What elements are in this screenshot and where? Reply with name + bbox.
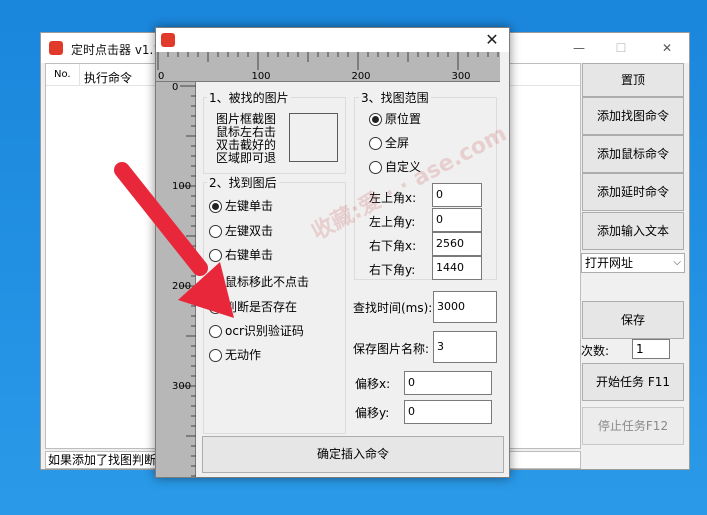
ruler-v-label: 200 (172, 281, 192, 292)
count-label: 次数: (581, 344, 610, 358)
offset-x-label: 偏移x: (355, 377, 391, 391)
ruler-h-label: 300 (451, 71, 471, 82)
top-left-y-label: 左上角y: (369, 215, 416, 229)
ruler-h-label: 200 (351, 71, 371, 82)
top-left-x-input[interactable]: 0 (432, 183, 482, 207)
top-left-x-label: 左上角x: (369, 191, 417, 205)
pin-top-button[interactable]: 置顶 (582, 63, 684, 97)
ruler-v-label: 0 (172, 82, 179, 93)
bottom-right-x-label: 右下角x: (369, 239, 417, 253)
app-icon (161, 33, 175, 47)
radio-check-exists[interactable]: 判断是否存在 (209, 298, 297, 316)
offset-y-label: 偏移y: (355, 406, 390, 420)
vertical-ruler: 0 100 200 300 (156, 82, 196, 477)
ruler-h-label: 0 (158, 71, 165, 82)
minimize-button[interactable]: — (565, 37, 593, 59)
main-window-title: 定时点击器 v1.1 (71, 43, 162, 57)
ruler-ticks (157, 52, 499, 70)
search-range-title: 3、找图范围 (359, 89, 431, 106)
offset-y-input[interactable]: 0 (404, 400, 492, 424)
url-select[interactable]: 打开网址 ⌵ (581, 253, 685, 273)
add-mouse-button[interactable]: 添加鼠标命令 (582, 135, 684, 173)
column-no-header: No. (54, 69, 71, 80)
horizontal-ruler: 0 100 200 300 (156, 52, 500, 82)
find-time-label: 查找时间(ms): (353, 301, 433, 315)
maximize-button[interactable]: ☐ (607, 37, 635, 59)
radio-no-action[interactable]: 无动作 (209, 346, 261, 364)
add-input-text-button[interactable]: 添加输入文本 (582, 212, 684, 250)
bottom-right-y-input[interactable]: 1440 (432, 256, 482, 280)
stop-task-button[interactable]: 停止任务F12 (582, 407, 684, 445)
save-name-input[interactable]: 3 (433, 331, 497, 363)
dialog-close-button[interactable]: ✕ (481, 29, 503, 51)
radio-left-double-click[interactable]: 左键双击 (209, 222, 273, 240)
ruler-h-label: 100 (251, 71, 271, 82)
save-name-label: 保存图片名称: (353, 342, 430, 356)
bottom-right-x-input[interactable]: 2560 (432, 232, 482, 256)
radio-move-no-click[interactable]: 鼠标移此不点击 (209, 273, 309, 291)
radio-right-click[interactable]: 右键单击 (209, 246, 273, 264)
url-select-value: 打开网址 (585, 256, 634, 270)
app-icon (49, 41, 63, 55)
radio-full-screen[interactable]: 全屏 (369, 134, 409, 152)
chevron-down-icon: ⌵ (673, 257, 681, 268)
find-time-input[interactable]: 3000 (433, 291, 497, 323)
ruler-v-label: 100 (172, 181, 192, 192)
ruler-v-label: 300 (172, 381, 192, 392)
confirm-insert-button[interactable]: 确定插入命令 (202, 436, 504, 473)
count-input[interactable]: 1 (632, 339, 670, 359)
add-delay-button[interactable]: 添加延时命令 (582, 173, 684, 211)
offset-x-input[interactable]: 0 (404, 371, 492, 395)
main-close-button[interactable]: ✕ (653, 37, 681, 59)
save-button[interactable]: 保存 (582, 301, 684, 339)
radio-ocr-captcha[interactable]: ocr识别验证码 (209, 322, 304, 340)
image-section-title: 1、被找的图片 (207, 89, 291, 106)
top-left-y-input[interactable]: 0 (432, 208, 482, 232)
bottom-right-y-label: 右下角y: (369, 263, 416, 277)
after-found-title: 2、找到图后 (207, 174, 279, 191)
radio-left-click[interactable]: 左键单击 (209, 197, 273, 215)
column-command-header: 执行命令 (84, 71, 133, 85)
add-find-image-button[interactable]: 添加找图命令 (582, 97, 684, 135)
radio-custom[interactable]: 自定义 (369, 158, 421, 176)
image-capture-box[interactable] (289, 113, 338, 162)
dialog-titlebar[interactable]: ✕ (156, 28, 509, 52)
image-hint: 图片框截图 鼠标左右击 双击截好的 区域即可退 (216, 112, 277, 165)
radio-original-position[interactable]: 原位置 (369, 110, 421, 128)
start-task-button[interactable]: 开始任务 F11 (582, 363, 684, 401)
ruler-ticks (180, 85, 196, 477)
column-divider (79, 64, 80, 85)
find-image-dialog: ✕ 0 100 200 300 0 100 200 300 1、被找的图片 图片… (155, 27, 510, 478)
